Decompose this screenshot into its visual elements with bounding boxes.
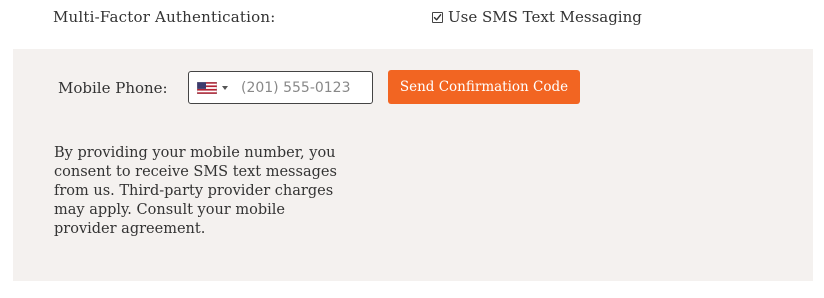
mobile-phone-field: [188, 71, 373, 104]
sms-option-label: Use SMS Text Messaging: [448, 8, 642, 26]
sms-checkbox[interactable]: [432, 11, 443, 23]
checkmark-icon: [433, 13, 442, 20]
sms-consent-text: By providing your mobile number, you con…: [54, 145, 337, 237]
mfa-settings-page: Multi-Factor Authentication: Use SMS Tex…: [0, 0, 824, 298]
mobile-phone-input[interactable]: [241, 79, 361, 96]
caret-down-icon: [222, 85, 228, 90]
send-confirmation-code-button[interactable]: Send Confirmation Code: [388, 70, 580, 104]
sms-option[interactable]: Use SMS Text Messaging: [432, 8, 642, 26]
mobile-phone-label: Mobile Phone:: [58, 79, 168, 97]
mfa-label: Multi-Factor Authentication:: [53, 8, 276, 26]
sms-settings-panel: Mobile Phone: Send Confirmation Code By …: [13, 49, 813, 281]
us-flag-icon: [197, 81, 217, 94]
mfa-row: Multi-Factor Authentication: Use SMS Tex…: [0, 0, 824, 36]
country-code-dropdown[interactable]: [189, 72, 228, 103]
